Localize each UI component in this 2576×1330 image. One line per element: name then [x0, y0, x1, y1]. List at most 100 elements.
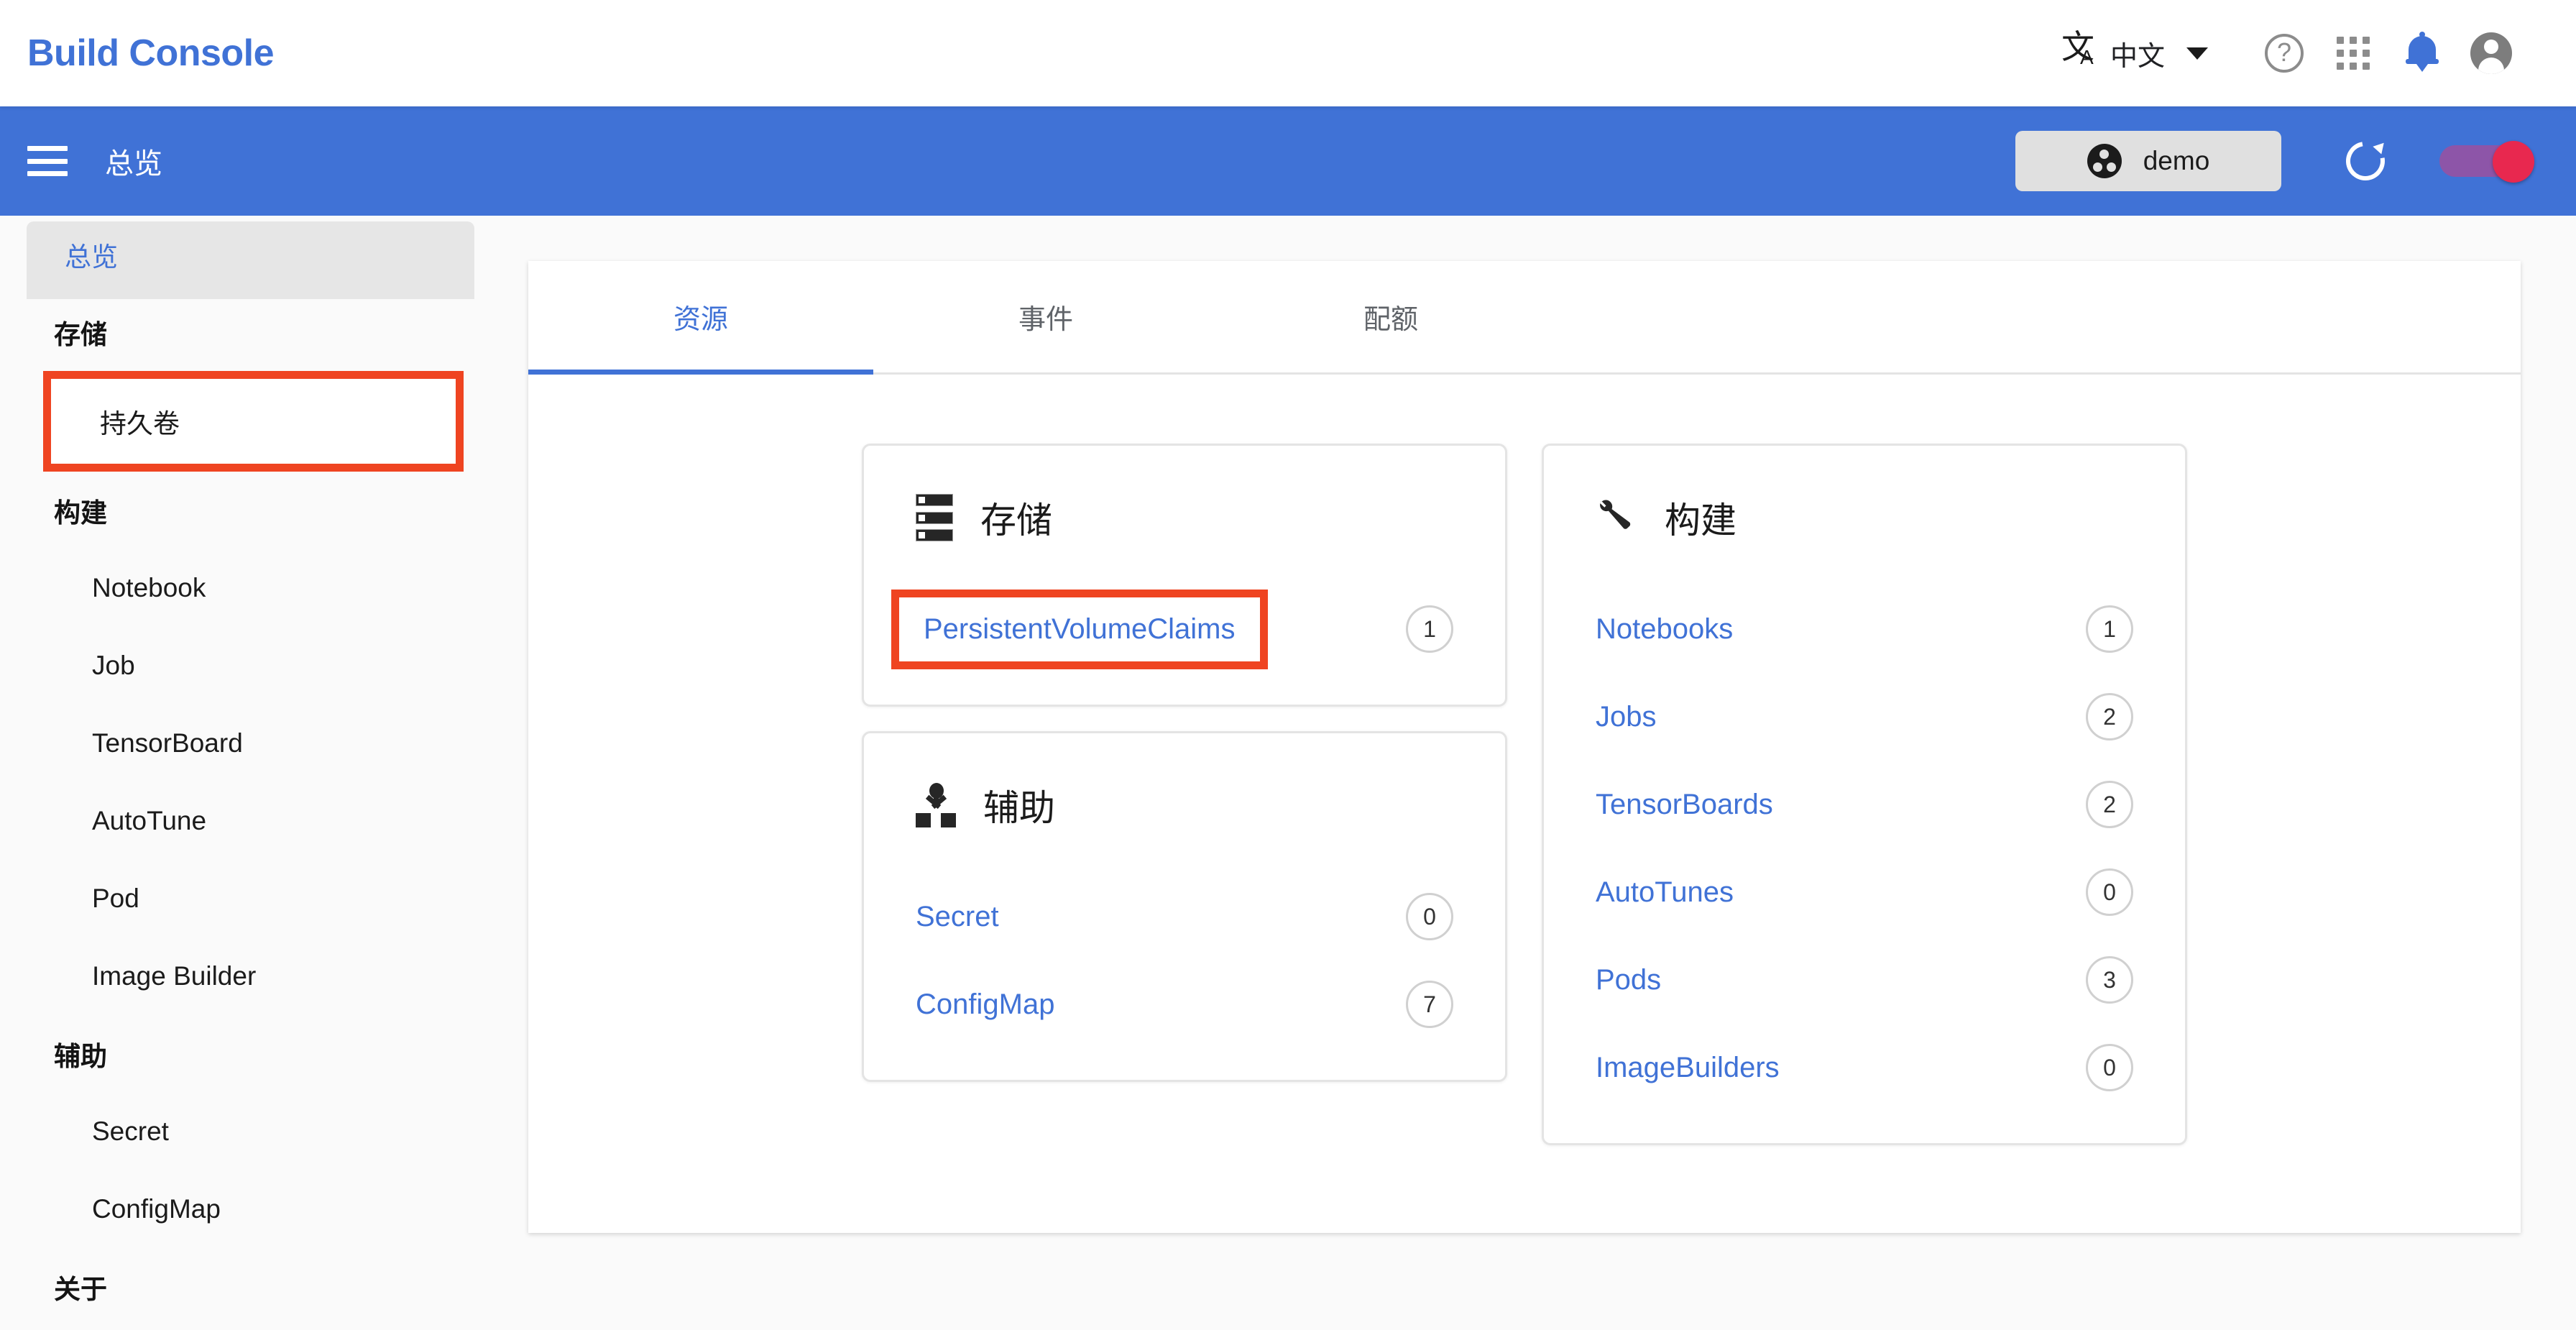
sidebar-item-label: Secret — [92, 1116, 169, 1146]
resource-link-configmap[interactable]: ConfigMap — [916, 989, 1054, 1021]
refresh-button[interactable] — [2326, 125, 2405, 197]
sidebar-item-notebook[interactable]: Notebook — [0, 549, 474, 627]
account-circle-icon — [2470, 32, 2512, 74]
resource-cards-area: 存储 PersistentVolumeClaims 1 辅助 Secret 0 Confi… — [528, 375, 2521, 1145]
sidebar-item-label: 存储 — [54, 320, 107, 349]
card-auxiliary: 辅助 Secret 0 ConfigMap 7 — [862, 731, 1507, 1082]
sidebar-item-secret[interactable]: Secret — [0, 1093, 474, 1170]
resource-count-badge: 2 — [2086, 781, 2133, 828]
bell-icon — [2406, 32, 2439, 73]
tab-events[interactable]: 事件 — [873, 261, 1218, 372]
sidebar: 总览存储持久卷构建 Notebook Job TensorBoard AutoTune P… — [0, 216, 474, 1330]
active-tab-underline — [528, 370, 873, 375]
sidebar-item-label: Job — [92, 651, 135, 680]
tab-quota[interactable]: 配额 — [1218, 261, 1563, 372]
resource-link-pods[interactable]: Pods — [1596, 964, 1661, 996]
resource-link-secret[interactable]: Secret — [916, 901, 999, 933]
card-header: 辅助 — [916, 762, 1453, 848]
sidebar-group-辅助[interactable]: 辅助 — [0, 1015, 474, 1093]
sidebar-nav-list: 总览存储持久卷构建 Notebook Job TensorBoard AutoTune P… — [0, 216, 474, 1326]
sidebar-item-label: Pod — [92, 884, 139, 913]
sidebar-group-构建[interactable]: 构建 — [0, 472, 474, 549]
notifications-button[interactable] — [2388, 19, 2457, 88]
storage-stack-icon — [916, 494, 953, 541]
refresh-icon — [2338, 134, 2393, 188]
cards-column-right: 构建 Notebooks 1 Jobs 2 TensorBoards 2 AutoTunes 0… — [1542, 444, 2187, 1145]
sidebar-item-label: 辅助 — [54, 1042, 107, 1071]
card-title: 存储 — [980, 500, 1052, 541]
card-header: 构建 — [1596, 474, 2133, 561]
help-icon: ? — [2265, 34, 2304, 73]
resource-row-list: Notebooks 1 Jobs 2 TensorBoards 2 AutoTunes 0 Po… — [1596, 585, 2133, 1111]
sidebar-group-存储[interactable]: 存储 — [0, 293, 474, 371]
apps-button[interactable] — [2319, 19, 2388, 88]
resource-count-badge: 0 — [1406, 893, 1453, 940]
sidebar-item-label: 关于 — [54, 1275, 107, 1304]
page-toolbar: 总览 demo — [0, 106, 2576, 216]
language-selector[interactable]: 文 A 中文 — [2061, 30, 2208, 73]
sidebar-item-label: 持久卷 — [100, 409, 180, 439]
resource-link-persistentvolumeclaims[interactable]: PersistentVolumeClaims — [891, 589, 1268, 669]
resource-link-jobs[interactable]: Jobs — [1596, 701, 1657, 733]
resource-row-list: PersistentVolumeClaims 1 — [891, 585, 1453, 673]
sidebar-item-configmap[interactable]: ConfigMap — [0, 1170, 474, 1248]
resource-row: ConfigMap 7 — [916, 960, 1453, 1048]
toggle-thumb — [2493, 141, 2534, 183]
wrench-icon — [1596, 495, 1637, 540]
resource-row: Jobs 2 — [1596, 673, 2133, 761]
help-button[interactable]: ? — [2250, 19, 2319, 88]
tab-bar: 资源 事件 配额 — [528, 261, 2521, 375]
namespace-selector-chip[interactable]: demo — [2015, 131, 2281, 191]
chevron-down-icon — [2186, 47, 2208, 60]
resource-link-tensorboards[interactable]: TensorBoards — [1596, 789, 1773, 821]
sidebar-item-label: 总览 — [65, 242, 118, 272]
resource-link-notebooks[interactable]: Notebooks — [1596, 613, 1733, 646]
resource-row: AutoTunes 0 — [1596, 848, 2133, 936]
resource-row: Notebooks 1 — [1596, 585, 2133, 673]
resource-row: TensorBoards 2 — [1596, 761, 2133, 848]
sidebar-item-pod[interactable]: Pod — [0, 860, 474, 937]
card-build: 构建 Notebooks 1 Jobs 2 TensorBoards 2 AutoTunes 0… — [1542, 444, 2187, 1145]
app-bar: Build Console 文 A 中文 ? — [0, 0, 2576, 106]
auto-refresh-toggle[interactable] — [2439, 141, 2534, 183]
language-label: 中文 — [2110, 41, 2165, 72]
card-title: 构建 — [1665, 500, 1736, 541]
translate-icon: 文 A — [2061, 30, 2099, 73]
sidebar-item-总览[interactable]: 总览 — [0, 216, 474, 293]
card-title: 辅助 — [983, 788, 1055, 828]
resource-count-badge: 0 — [2086, 868, 2133, 916]
sidebar-item-tensorboard[interactable]: TensorBoard — [0, 705, 474, 782]
translate-icon-glyph-latin: A — [2079, 46, 2094, 68]
hamburger-menu-icon[interactable] — [27, 146, 68, 176]
resource-link-autotunes[interactable]: AutoTunes — [1596, 876, 1734, 909]
resource-row-list: Secret 0 ConfigMap 7 — [916, 873, 1453, 1048]
resource-row: ImageBuilders 0 — [1596, 1024, 2133, 1111]
page-title: 总览 — [105, 148, 162, 180]
device-hub-icon — [916, 783, 956, 827]
sidebar-item-job[interactable]: Job — [0, 627, 474, 705]
sidebar-group-关于[interactable]: 关于 — [0, 1248, 474, 1326]
toolbar-actions: demo — [2015, 125, 2534, 197]
account-button[interactable] — [2457, 19, 2526, 88]
resource-count-badge: 2 — [2086, 693, 2133, 740]
sidebar-item-label: Image Builder — [92, 961, 257, 991]
sidebar-item-label: 构建 — [54, 498, 107, 528]
sidebar-item-label: Notebook — [92, 573, 206, 602]
card-header: 存储 — [916, 474, 1453, 561]
namespace-icon — [2087, 144, 2122, 178]
apps-grid-icon — [2337, 37, 2370, 70]
resource-count-badge: 1 — [2086, 605, 2133, 653]
resource-count-badge: 0 — [2086, 1044, 2133, 1091]
resource-count-badge: 1 — [1406, 605, 1453, 653]
resource-row: Pods 3 — [1596, 936, 2133, 1024]
content-panel: 资源 事件 配额 存储 PersistentVolumeClaims 1 辅助 Secre… — [528, 261, 2521, 1233]
sidebar-item-持久卷[interactable]: 持久卷 — [43, 371, 464, 472]
app-bar-actions: 文 A 中文 ? — [2061, 19, 2526, 88]
cards-column-left: 存储 PersistentVolumeClaims 1 辅助 Secret 0 Confi… — [862, 444, 1507, 1145]
resource-link-imagebuilders[interactable]: ImageBuilders — [1596, 1052, 1780, 1084]
namespace-label: demo — [2143, 146, 2210, 175]
sidebar-item-image-builder[interactable]: Image Builder — [0, 937, 474, 1015]
sidebar-item-autotune[interactable]: AutoTune — [0, 782, 474, 860]
resource-count-badge: 7 — [1406, 981, 1453, 1028]
tab-resources[interactable]: 资源 — [528, 261, 873, 372]
